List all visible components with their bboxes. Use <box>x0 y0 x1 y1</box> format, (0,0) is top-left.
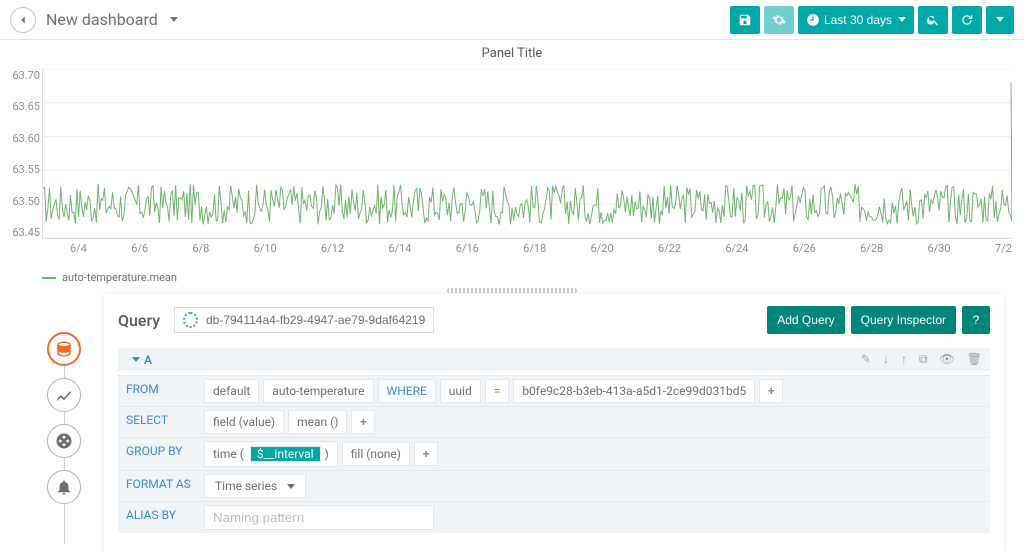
time-range-label: Last 30 days <box>824 13 892 27</box>
chart-area[interactable]: 63.70 63.65 63.60 63.55 63.50 63.45 6/46… <box>42 61 1012 271</box>
select-field[interactable]: field (value) <box>204 410 284 434</box>
editor-tab-label: Query <box>118 311 160 330</box>
chevron-down-icon <box>898 17 906 22</box>
chevron-down-icon <box>132 357 140 362</box>
where-add-button[interactable]: + <box>759 379 783 403</box>
where-op[interactable]: = <box>485 379 510 403</box>
duplicate-icon[interactable]: ⧉ <box>919 352 928 367</box>
query-builder: FROM default auto-temperature WHERE uuid… <box>118 375 990 533</box>
chevron-down-icon <box>287 484 295 489</box>
chevron-down-icon <box>996 17 1004 22</box>
tab-visualization[interactable] <box>47 378 81 412</box>
where-label: WHERE <box>378 379 436 403</box>
zoom-out-button[interactable] <box>918 6 948 34</box>
groupby-add-button[interactable]: + <box>414 442 438 466</box>
query-help-button[interactable]: ? <box>962 306 990 334</box>
alias-input[interactable] <box>204 505 434 530</box>
datasource-picker[interactable] <box>174 307 434 333</box>
y-axis-ticks: 63.70 63.65 63.60 63.55 63.50 63.45 <box>4 69 40 239</box>
legend-label: auto-temperature.mean <box>62 271 177 284</box>
groupby-time[interactable]: time ( $__interval ) <box>204 441 338 467</box>
where-key[interactable]: uuid <box>440 379 481 403</box>
move-down-icon[interactable]: ↓ <box>883 352 889 367</box>
select-agg[interactable]: mean () <box>288 410 347 434</box>
from-label: FROM <box>118 375 200 406</box>
from-measurement[interactable]: auto-temperature <box>263 379 373 403</box>
tab-alert[interactable] <box>47 470 81 504</box>
editor-side-rail <box>40 332 88 554</box>
datasource-icon <box>183 312 198 328</box>
query-ref-id: A <box>144 353 152 367</box>
move-up-icon[interactable]: ↑ <box>901 352 907 367</box>
dashboard-title: New dashboard <box>46 10 158 29</box>
back-button[interactable] <box>10 7 36 33</box>
save-dashboard-button[interactable] <box>730 6 760 34</box>
format-label: FORMAT AS <box>118 470 200 501</box>
query-editor-card: Query Add Query Query Inspector ? A ✎ ↓ … <box>104 294 1004 554</box>
groupby-label: GROUP BY <box>118 437 200 470</box>
query-collapse-toggle[interactable]: A <box>126 353 152 367</box>
dashboard-title-dropdown[interactable]: New dashboard <box>46 10 178 29</box>
add-query-button[interactable]: Add Query <box>767 306 844 334</box>
plot <box>42 69 1012 239</box>
legend[interactable]: auto-temperature.mean <box>42 271 1024 284</box>
top-bar: New dashboard Last 30 days <box>0 0 1024 40</box>
chevron-down-icon <box>170 17 178 22</box>
interval-var: $__interval <box>250 446 321 462</box>
panel-title: Panel Title <box>0 40 1024 61</box>
select-label: SELECT <box>118 406 200 437</box>
refresh-button[interactable] <box>952 6 982 34</box>
legend-swatch <box>42 277 56 279</box>
select-add-button[interactable]: + <box>351 410 375 434</box>
delete-query-icon[interactable]: 🗑 <box>967 352 982 367</box>
toggle-visibility-icon[interactable]: 👁 <box>940 352 955 367</box>
panel-resize-handle[interactable] <box>447 288 577 293</box>
settings-button[interactable] <box>764 6 794 34</box>
time-range-button[interactable]: Last 30 days <box>798 6 914 34</box>
edit-icon[interactable]: ✎ <box>861 352 871 367</box>
panel-editor: Query Add Query Query Inspector ? A ✎ ↓ … <box>0 294 1024 554</box>
alias-label: ALIAS BY <box>118 501 200 533</box>
where-value[interactable]: b0fe9c28-b3eb-413a-a5d1-2ce99d031bd5 <box>513 379 755 403</box>
tab-queries[interactable] <box>47 332 81 366</box>
refresh-interval-button[interactable] <box>986 6 1014 34</box>
datasource-input[interactable] <box>206 313 425 327</box>
tab-general[interactable] <box>47 424 81 458</box>
x-axis-ticks: 6/46/66/8 6/106/126/14 6/166/186/20 6/22… <box>70 242 1012 255</box>
from-policy[interactable]: default <box>204 379 259 403</box>
groupby-fill[interactable]: fill (none) <box>342 442 410 466</box>
query-inspector-button[interactable]: Query Inspector <box>851 306 956 334</box>
format-select[interactable]: Time series <box>204 474 306 498</box>
query-row-header: A ✎ ↓ ↑ ⧉ 👁 🗑 <box>118 348 990 371</box>
